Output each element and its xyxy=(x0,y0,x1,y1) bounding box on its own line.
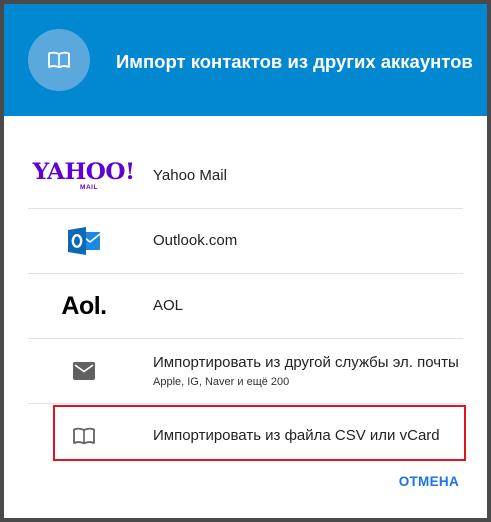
source-label-aol: AOL xyxy=(153,297,184,314)
source-label-csv-vcard: Импортировать из файла CSV или vCard xyxy=(153,427,440,444)
outlook-logo xyxy=(28,209,140,273)
source-row-csv-vcard[interactable]: Импортировать из файла CSV или vCard xyxy=(28,404,463,469)
aol-logo: Aol. xyxy=(28,274,140,338)
source-label-outlook: Outlook.com xyxy=(153,232,238,249)
yahoo-logo-subtext: MAIL xyxy=(80,183,98,191)
yahoo-logo-text: YAHOO! xyxy=(32,158,136,185)
dialog-title: Импорт контактов из других аккаунтов xyxy=(116,51,473,72)
outlook-logo-graphic xyxy=(68,227,101,255)
source-row-other-email[interactable]: Импортировать из другой службы эл. почты… xyxy=(28,339,463,404)
source-row-aol[interactable]: Aol. AOL xyxy=(28,274,463,339)
source-sublabel-other-email: Apple, IG, Naver и ещё 200 xyxy=(153,376,290,388)
cancel-button[interactable]: ОТМЕНА xyxy=(399,474,459,489)
address-book-icon xyxy=(48,51,70,69)
source-label-other-email: Импортировать из другой службы эл. почты xyxy=(153,354,459,371)
dialog-header: Импорт контактов из других аккаунтов xyxy=(4,4,487,116)
header-avatar xyxy=(28,29,90,91)
address-book-icon-graphic xyxy=(73,427,95,445)
source-row-outlook[interactable]: Outlook.com xyxy=(28,209,463,274)
mail-icon xyxy=(28,339,140,403)
import-contacts-dialog: Импорт контактов из других аккаунтов YAH… xyxy=(4,4,487,518)
import-source-list: YAHOO! MAIL Yahoo Mail Outlook.com Aol. xyxy=(28,144,463,469)
aol-logo-text: Aol. xyxy=(61,291,107,320)
yahoo-logo: YAHOO! MAIL xyxy=(28,144,140,208)
source-row-yahoo[interactable]: YAHOO! MAIL Yahoo Mail xyxy=(28,144,463,209)
mail-icon-graphic xyxy=(73,362,95,380)
source-label-yahoo: Yahoo Mail xyxy=(153,167,227,184)
address-book-icon xyxy=(28,404,140,468)
